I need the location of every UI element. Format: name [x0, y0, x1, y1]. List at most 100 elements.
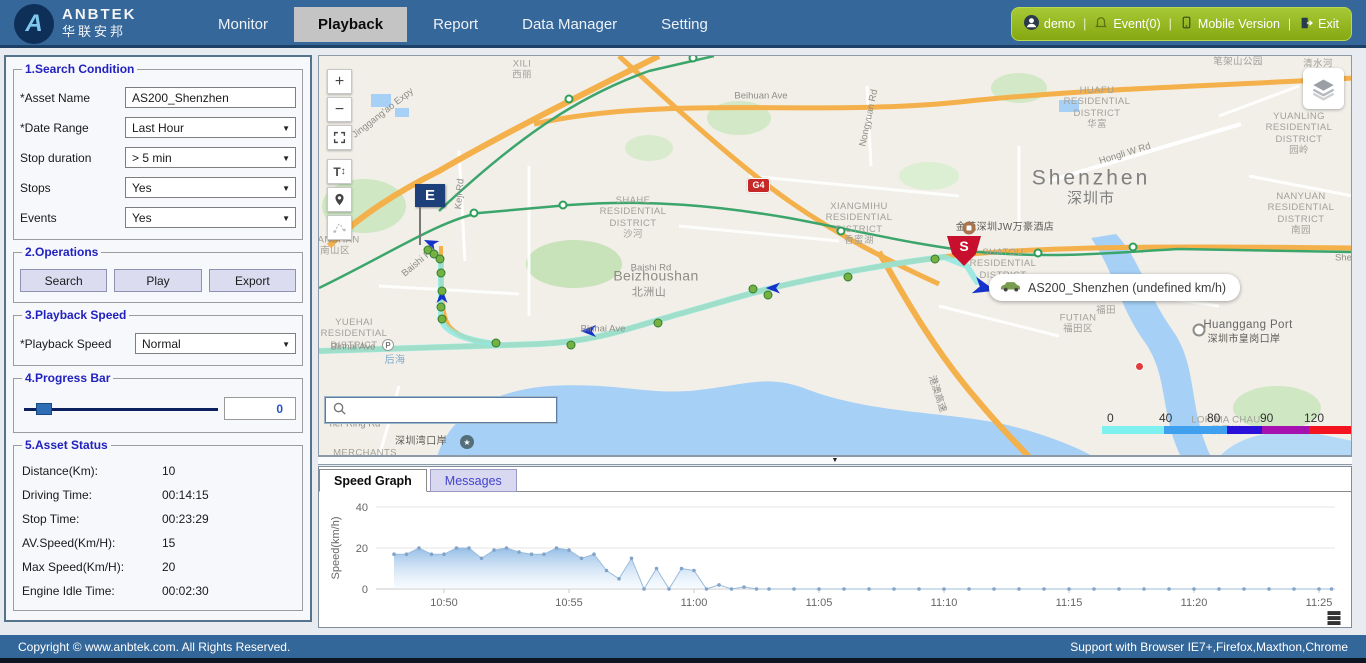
zoom-in-button[interactable]: +: [327, 69, 352, 94]
progress-slider-handle[interactable]: [36, 403, 52, 415]
svg-text:11:10: 11:10: [931, 597, 958, 609]
svg-text:11:05: 11:05: [806, 597, 833, 609]
userbar-mobile-version-label: Mobile Version: [1198, 17, 1280, 31]
nav-item-monitor[interactable]: Monitor: [200, 10, 286, 39]
search-button[interactable]: Search: [20, 269, 107, 292]
zoom-out-button[interactable]: −: [327, 97, 352, 122]
track-point: [567, 341, 576, 350]
svg-text:20: 20: [356, 543, 368, 555]
measure-route-button[interactable]: [327, 215, 352, 240]
tab-messages[interactable]: Messages: [430, 469, 517, 492]
status-label: Stop Time:: [22, 512, 162, 526]
legend-label: 80: [1207, 411, 1220, 425]
field-row-stops: StopsYes▼: [20, 177, 296, 198]
playback-speed-label: *Playback Speed: [20, 337, 135, 351]
nav-item-data-manager[interactable]: Data Manager: [504, 10, 635, 39]
userbar-exit[interactable]: Exit: [1299, 16, 1339, 33]
asset-name-label: *Asset Name: [20, 91, 125, 105]
asset-status-row: AV.Speed(Km/H):15: [22, 536, 296, 550]
collapse-panel-icon[interactable]: ▼: [832, 458, 839, 464]
svg-text:0: 0: [362, 584, 368, 596]
asset-status-section: 5.Asset Status Distance(Km):10Driving Ti…: [13, 438, 303, 611]
field-row-events: EventsYes▼: [20, 207, 296, 228]
fullscreen-button[interactable]: [327, 125, 352, 150]
track-point: [931, 255, 940, 264]
date-range-label: *Date Range: [20, 121, 125, 135]
asset-status-row: Driving Time:00:14:15: [22, 488, 296, 502]
status-value: 20: [162, 560, 175, 574]
track-point: [844, 273, 853, 282]
legend-label: 90: [1260, 411, 1273, 425]
map-layers-button[interactable]: [1303, 68, 1344, 109]
asset-status-row: Engine Idle Time:00:02:30: [22, 584, 296, 598]
progress-slider[interactable]: [24, 400, 218, 418]
status-value: 15: [162, 536, 175, 550]
playback-speed-value: Normal: [142, 337, 181, 351]
track-point: [437, 303, 446, 312]
progress-value-box[interactable]: 0: [224, 397, 296, 420]
search-icon: [332, 401, 347, 419]
stop-duration-select[interactable]: > 5 min▼: [125, 147, 296, 168]
stops-label: Stops: [20, 181, 125, 195]
userbar-user[interactable]: demo: [1024, 15, 1075, 33]
svg-text:10:50: 10:50: [430, 597, 458, 609]
asset-status-rows: Distance(Km):10Driving Time:00:14:15Stop…: [20, 464, 296, 598]
events-label: Events: [20, 211, 125, 225]
status-label: AV.Speed(Km/H):: [22, 536, 162, 550]
playback-speed-select[interactable]: Normal ▼: [135, 333, 296, 354]
user-bar: demo|Event(0)|Mobile Version|Exit: [1011, 7, 1352, 41]
status-value: 00:23:29: [162, 512, 209, 526]
svg-text:10:55: 10:55: [555, 597, 583, 609]
date-range-value: Last Hour: [132, 121, 184, 135]
status-value: 10: [162, 464, 175, 478]
footer-support: Support with Browser IE7+,Firefox,Maxtho…: [1070, 640, 1348, 654]
asset-name-input[interactable]: AS200_Shenzhen: [125, 87, 296, 108]
nav-item-report[interactable]: Report: [415, 10, 496, 39]
stops-select[interactable]: Yes▼: [125, 177, 296, 198]
location-pin-button[interactable]: [327, 187, 352, 212]
map-canvas[interactable]: XILI 西丽Beihuan AveHUAFU RESIDENTIAL DIST…: [318, 55, 1352, 456]
export-button[interactable]: Export: [209, 269, 296, 292]
nav-item-playback[interactable]: Playback: [294, 7, 407, 42]
logo-letter: A: [25, 10, 42, 38]
sidebar: 1.Search Condition *Asset NameAS200_Shen…: [4, 55, 312, 622]
field-row-stop-duration: Stop duration> 5 min▼: [20, 147, 296, 168]
asset-status-title: 5.Asset Status: [22, 438, 111, 452]
svg-text:Speed(km/h): Speed(km/h): [330, 517, 342, 580]
progress-bar-section: 4.Progress Bar 0: [13, 371, 303, 433]
transit-station: [1129, 243, 1138, 252]
userbar-exit-label: Exit: [1318, 17, 1339, 31]
brand-name: ANBTEK: [62, 6, 137, 24]
chart-menu-icon[interactable]: ▬▬▬: [1325, 608, 1343, 623]
footer-copyright: Copyright © www.anbtek.com. All Rights R…: [18, 640, 290, 654]
direction-arrow: [580, 325, 596, 337]
progress-slider-track[interactable]: [24, 408, 218, 411]
userbar-event[interactable]: Event(0): [1094, 16, 1160, 33]
main-menu: Monitor Playback Report Data Manager Setting: [200, 0, 726, 48]
track-point: [438, 287, 447, 296]
track-point: [749, 285, 758, 294]
nav-item-setting[interactable]: Setting: [643, 10, 726, 39]
transit-station: [1034, 249, 1043, 258]
route-end-marker[interactable]: E: [415, 184, 445, 207]
text-size-button[interactable]: T↕: [327, 159, 352, 184]
brand-text: ANBTEK 华联安邦: [62, 6, 137, 40]
field-row-date-range: *Date RangeLast Hour▼: [20, 117, 296, 138]
date-range-select[interactable]: Last Hour▼: [125, 117, 296, 138]
search-condition-title: 1.Search Condition: [22, 62, 137, 76]
track-point: [438, 315, 447, 324]
play-button[interactable]: Play: [114, 269, 201, 292]
map-search-box[interactable]: [325, 397, 557, 423]
user-icon: [1024, 15, 1039, 33]
svg-text:11:15: 11:15: [1056, 597, 1083, 609]
userbar-mobile-version[interactable]: Mobile Version: [1180, 16, 1280, 32]
bottom-panel: Speed Graph Messages 0204010:5010:5511:0…: [318, 466, 1352, 628]
legend-segment: [1227, 426, 1262, 434]
legend-label: 40: [1159, 411, 1172, 425]
panel-splitter[interactable]: ▼: [318, 456, 1352, 465]
svg-text:11:20: 11:20: [1181, 597, 1208, 609]
events-select[interactable]: Yes▼: [125, 207, 296, 228]
status-label: Engine Idle Time:: [22, 584, 162, 598]
pill-separator: |: [1288, 17, 1291, 31]
tab-speed-graph[interactable]: Speed Graph: [319, 469, 427, 492]
